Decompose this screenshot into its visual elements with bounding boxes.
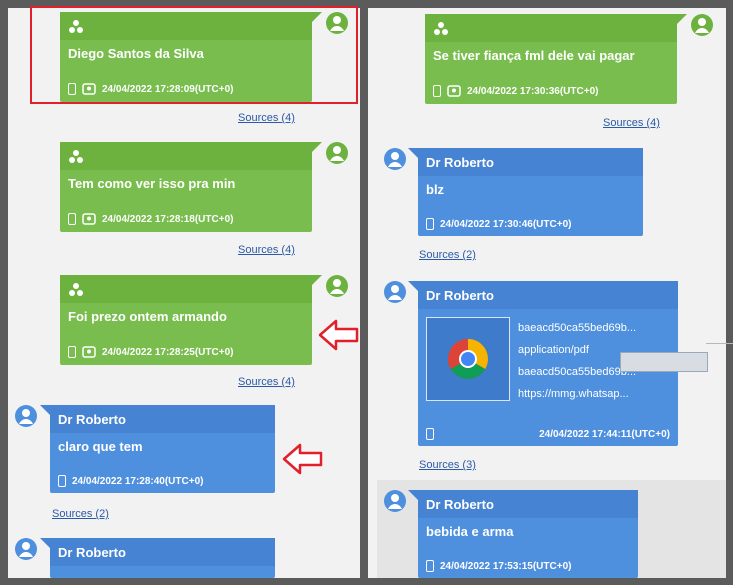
avatar[interactable] — [384, 281, 406, 303]
sources-link[interactable]: Sources (4) — [238, 244, 295, 256]
message-timestamp: 24/04/2022 17:28:25(UTC+0) — [102, 346, 234, 358]
avatar[interactable] — [326, 142, 348, 164]
bubble-tail — [40, 538, 50, 548]
message-meta: 24/04/2022 17:28:25(UTC+0) — [68, 345, 304, 359]
phone-icon — [426, 428, 434, 440]
message-meta: 24/04/2022 17:44:11(UTC+0) — [426, 428, 670, 440]
contact-card-icon — [447, 85, 461, 97]
message-bubble-outgoing[interactable]: Foi prezo ontem armando 24/04/2022 17:28… — [60, 275, 322, 365]
sender-name: Dr Roberto — [50, 538, 275, 566]
participants-icon — [69, 283, 83, 296]
message-meta: 24/04/2022 17:30:36(UTC+0) — [433, 84, 669, 98]
user-icon — [330, 279, 344, 294]
bubble-tail — [408, 490, 418, 500]
message-header — [60, 142, 312, 170]
avatar[interactable] — [384, 490, 406, 512]
sources-link[interactable]: Sources (2) — [419, 249, 476, 261]
phone-icon — [426, 218, 434, 230]
message-timestamp: 24/04/2022 17:30:36(UTC+0) — [467, 85, 599, 97]
message-meta: 24/04/2022 17:28:18(UTC+0) — [68, 212, 304, 226]
phone-icon — [426, 560, 434, 572]
avatar[interactable] — [384, 148, 406, 170]
message-bubble-incoming[interactable]: Dr Roberto bebida e arma 24/04/2022 17:5… — [408, 490, 638, 578]
bubble-tail — [312, 142, 322, 152]
user-icon — [388, 152, 402, 167]
message-text: bebida e arma — [426, 524, 514, 539]
message-text: Foi prezo ontem armando — [68, 309, 227, 324]
avatar[interactable] — [326, 275, 348, 297]
message-text: blz — [426, 182, 445, 197]
message-timestamp: 24/04/2022 17:28:18(UTC+0) — [102, 213, 234, 225]
user-icon — [388, 285, 402, 300]
bubble-tail — [408, 148, 418, 158]
message-text: Tem como ver isso pra min — [68, 176, 236, 191]
message-timestamp: 24/04/2022 17:28:40(UTC+0) — [72, 475, 204, 487]
annotation-arrow-icon — [282, 443, 323, 475]
message-bubble-incoming[interactable]: Dr Roberto — [40, 538, 275, 578]
selection-highlight — [30, 6, 358, 104]
message-text: claro que tem — [58, 439, 143, 454]
user-icon — [19, 409, 33, 424]
sources-link[interactable]: Sources (4) — [603, 117, 660, 129]
message-header — [425, 14, 677, 42]
message-meta: 24/04/2022 17:53:15(UTC+0) — [426, 560, 630, 572]
sources-link[interactable]: Sources (3) — [419, 459, 476, 471]
user-icon — [330, 146, 344, 161]
sources-link[interactable]: Sources (4) — [238, 112, 295, 124]
avatar[interactable] — [15, 405, 37, 427]
sender-name: Dr Roberto — [418, 148, 643, 176]
bubble-tail — [408, 281, 418, 291]
attachment-url[interactable]: https://mmg.whatsap... — [518, 383, 673, 405]
sender-name: Dr Roberto — [418, 281, 678, 309]
contact-card-icon — [82, 213, 96, 225]
message-meta: 24/04/2022 17:30:46(UTC+0) — [426, 218, 635, 230]
contact-card-icon — [82, 346, 96, 358]
bubble-tail — [40, 405, 50, 415]
phone-icon — [433, 85, 441, 97]
phone-icon — [68, 346, 76, 358]
attachment-filename: baeacd50ca55bed69b... — [518, 322, 637, 334]
message-timestamp: 24/04/2022 17:30:46(UTC+0) — [440, 218, 572, 230]
user-icon — [19, 542, 33, 557]
chrome-icon — [448, 339, 488, 379]
sources-link[interactable]: Sources (2) — [52, 508, 109, 520]
avatar[interactable] — [691, 14, 713, 36]
annotation-arrow-icon — [318, 319, 359, 351]
sender-name: Dr Roberto — [418, 490, 638, 518]
bubble-tail — [677, 14, 687, 24]
message-meta: 24/04/2022 17:28:40(UTC+0) — [58, 475, 267, 487]
participants-icon — [69, 150, 83, 163]
user-icon — [388, 494, 402, 509]
message-header — [60, 275, 312, 303]
user-icon — [695, 18, 709, 33]
connector-line — [706, 343, 733, 344]
sources-link[interactable]: Sources (4) — [238, 376, 295, 388]
phone-icon — [68, 213, 76, 225]
sender-name: Dr Roberto — [50, 405, 275, 433]
message-bubble-outgoing[interactable]: Tem como ver isso pra min 24/04/2022 17:… — [60, 142, 322, 232]
message-text: Se tiver fiança fml dele vai pagar — [433, 48, 635, 63]
participants-icon — [434, 22, 448, 35]
message-timestamp: 24/04/2022 17:44:11(UTC+0) — [539, 428, 670, 440]
message-bubble-incoming[interactable]: Dr Roberto claro que tem 24/04/2022 17:2… — [40, 405, 275, 493]
connector-box — [620, 352, 708, 372]
message-timestamp: 24/04/2022 17:53:15(UTC+0) — [440, 560, 572, 572]
attachment-thumbnail[interactable] — [426, 317, 510, 401]
bubble-tail — [312, 275, 322, 285]
message-bubble-incoming[interactable]: Dr Roberto blz 24/04/2022 17:30:46(UTC+0… — [408, 148, 643, 236]
avatar[interactable] — [15, 538, 37, 560]
phone-icon — [58, 475, 66, 487]
message-bubble-outgoing[interactable]: Se tiver fiança fml dele vai pagar 24/04… — [425, 14, 687, 104]
